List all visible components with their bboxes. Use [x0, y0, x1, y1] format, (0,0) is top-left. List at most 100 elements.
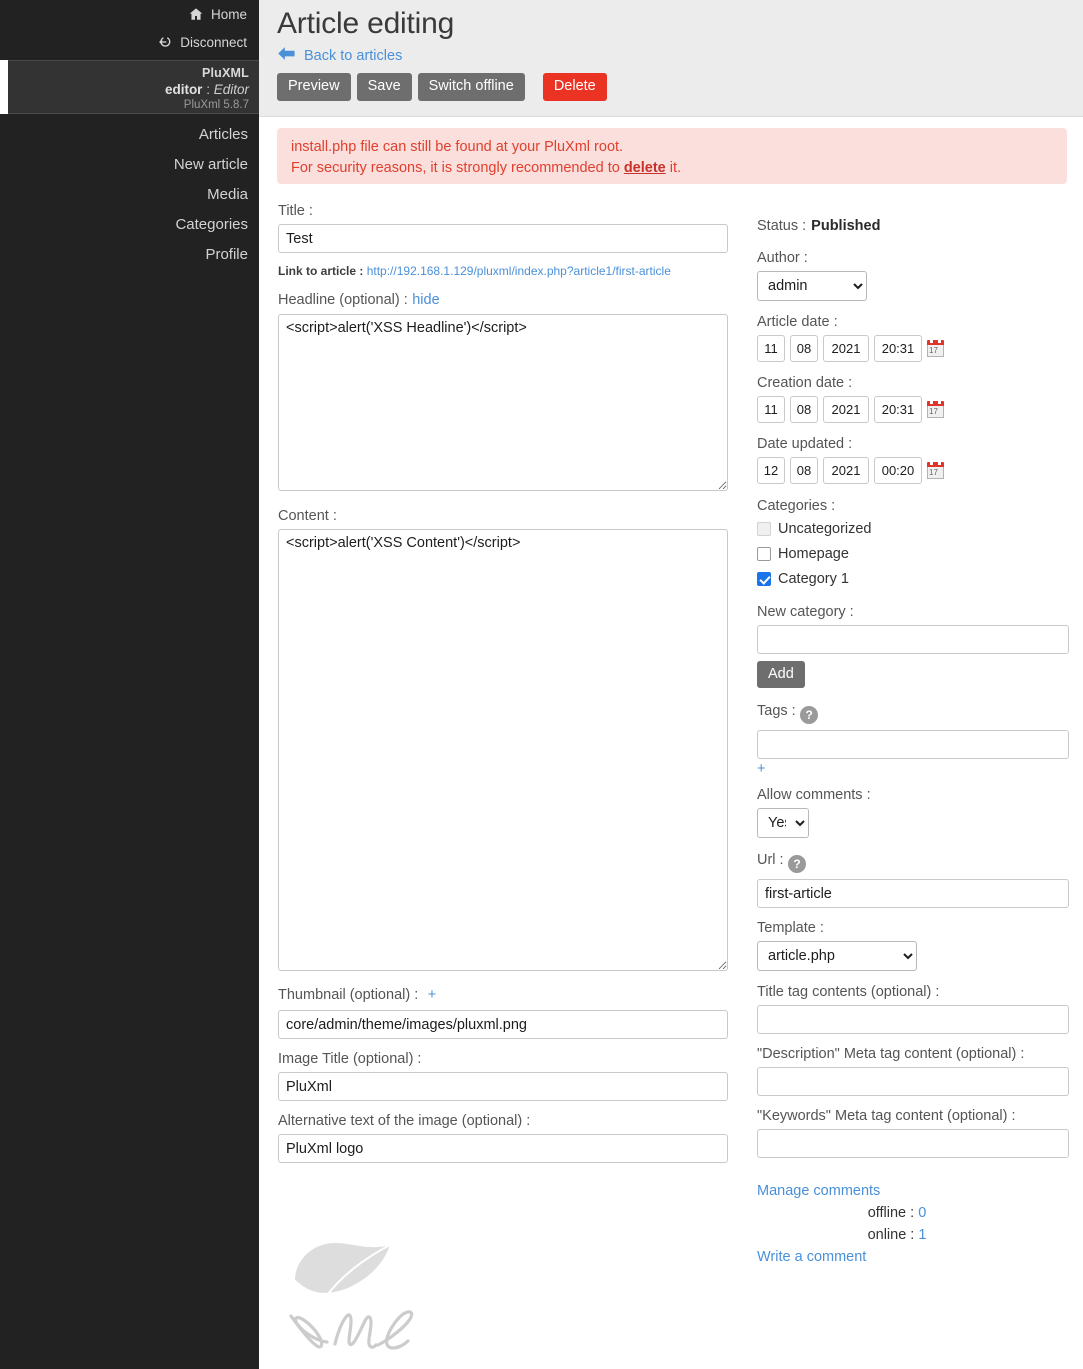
calendar-icon[interactable]: 17: [927, 462, 944, 479]
page-title: Article editing: [277, 4, 1083, 44]
article-date-month[interactable]: [790, 335, 818, 362]
back-row: Back to articles: [277, 46, 1083, 66]
sidebar-item-articles[interactable]: Articles: [0, 120, 259, 150]
sign-out-icon: [158, 35, 172, 49]
keywords-meta-input[interactable]: [757, 1129, 1069, 1158]
thumbnail-input[interactable]: [278, 1010, 728, 1039]
sidebar-item-media[interactable]: Media: [0, 180, 259, 210]
checkbox-category-1[interactable]: [757, 572, 771, 586]
title-input[interactable]: [278, 224, 728, 253]
article-date-time[interactable]: [874, 335, 922, 362]
updated-date-day[interactable]: [757, 457, 785, 484]
checkbox-uncategorized[interactable]: [757, 522, 771, 536]
title-tag-input[interactable]: [757, 1005, 1069, 1034]
new-category-label: New category :: [757, 604, 1069, 620]
updated-date-row: 17: [757, 457, 1069, 484]
sidebar-user-name: editor: [165, 82, 203, 97]
content-textarea[interactable]: <script>alert('XSS Content')</script>: [278, 529, 728, 971]
sidebar-item-categories[interactable]: Categories: [0, 210, 259, 240]
image-title-input[interactable]: [278, 1072, 728, 1101]
preview-button[interactable]: Preview: [277, 73, 351, 101]
sidebar-version: PluXml 5.8.7: [8, 98, 249, 113]
image-alt-label: Alternative text of the image (optional)…: [278, 1113, 728, 1129]
alert-line-2-suffix: it.: [666, 160, 681, 176]
template-select[interactable]: article.php: [757, 941, 917, 971]
sidebar-profile-block: PluXML editor : Editor PluXml 5.8.7: [8, 60, 259, 114]
security-alert: install.php file can still be found at y…: [277, 128, 1067, 184]
creation-date-month[interactable]: [790, 396, 818, 423]
url-label: Url :: [757, 852, 784, 868]
headline-label-row: Headline (optional) : hide: [278, 291, 728, 309]
article-date-day[interactable]: [757, 335, 785, 362]
switch-offline-button[interactable]: Switch offline: [418, 73, 525, 101]
sidebar-link-home[interactable]: Home: [12, 0, 247, 28]
creation-date-time[interactable]: [874, 396, 922, 423]
creation-date-day[interactable]: [757, 396, 785, 423]
creation-date-year[interactable]: [823, 396, 869, 423]
title-tag-label: Title tag contents (optional) :: [757, 984, 1069, 1000]
write-comment-link[interactable]: Write a comment: [757, 1249, 866, 1265]
description-meta-input[interactable]: [757, 1067, 1069, 1096]
updated-date-time[interactable]: [874, 457, 922, 484]
author-select[interactable]: admin: [757, 271, 867, 301]
description-meta-label: "Description" Meta tag content (optional…: [757, 1046, 1069, 1062]
sidebar-item-profile[interactable]: Profile: [0, 240, 259, 270]
online-count[interactable]: 1: [918, 1227, 926, 1243]
creation-date-label: Creation date :: [757, 375, 1069, 391]
delete-button[interactable]: Delete: [543, 73, 607, 101]
category-row-homepage[interactable]: Homepage: [757, 541, 1069, 566]
article-date-row: 17: [757, 335, 1069, 362]
sidebar-menu: Articles New article Media Categories Pr…: [0, 120, 259, 270]
updated-date-year[interactable]: [823, 457, 869, 484]
headline-label: Headline (optional) :: [278, 292, 408, 308]
sidebar-user-sep: :: [202, 82, 213, 97]
save-button[interactable]: Save: [357, 73, 412, 101]
alert-delete-link[interactable]: delete: [624, 160, 666, 176]
status-badge: Published: [811, 218, 880, 234]
question-mark-icon[interactable]: ?: [800, 706, 818, 724]
allow-comments-label: Allow comments :: [757, 787, 1069, 803]
category-row-uncategorized[interactable]: Uncategorized: [757, 516, 1069, 541]
categories-label: Categories :: [757, 498, 1069, 514]
headline-textarea[interactable]: <script>alert('XSS Headline')</script>: [278, 314, 728, 491]
image-alt-input[interactable]: [278, 1134, 728, 1163]
link-to-article-url[interactable]: http://192.168.1.129/pluxml/index.php?ar…: [367, 264, 671, 278]
article-main-column: Title : Link to article : http://192.168…: [278, 203, 728, 1163]
status-row: Status :Published: [757, 218, 1069, 234]
article-date-year[interactable]: [823, 335, 869, 362]
manage-comments-link[interactable]: Manage comments: [757, 1183, 880, 1199]
url-label-row: Url : ?: [757, 851, 1069, 873]
checkbox-homepage[interactable]: [757, 547, 771, 561]
calendar-icon[interactable]: 17: [927, 340, 944, 357]
sidebar-link-disconnect[interactable]: Disconnect: [12, 28, 247, 56]
thumbnail-label-row: Thumbnail (optional) : +: [278, 986, 728, 1004]
tags-input[interactable]: [757, 730, 1069, 759]
headline-hide-link[interactable]: hide: [412, 292, 439, 308]
tags-label-row: Tags : ?: [757, 702, 1069, 724]
add-category-button[interactable]: Add: [757, 661, 805, 688]
keywords-meta-label: "Keywords" Meta tag content (optional) :: [757, 1108, 1069, 1124]
sidebar: Home Disconnect PluXML editor : Editor P…: [0, 0, 259, 1369]
updated-date-month[interactable]: [790, 457, 818, 484]
alert-line-2-prefix: For security reasons, it is strongly rec…: [291, 160, 624, 176]
thumbnail-add-link[interactable]: +: [428, 987, 436, 1003]
category-row-category-1[interactable]: Category 1: [757, 566, 1069, 591]
back-to-articles-link[interactable]: Back to articles: [304, 48, 402, 64]
alert-line-1: install.php file can still be found at y…: [291, 137, 1053, 158]
sidebar-item-new-article[interactable]: New article: [0, 150, 259, 180]
image-title-label: Image Title (optional) :: [278, 1051, 728, 1067]
category-label-category-1: Category 1: [778, 571, 849, 587]
url-input[interactable]: [757, 879, 1069, 908]
sidebar-user-role: editor : Editor: [8, 81, 249, 98]
thumbnail-label: Thumbnail (optional) :: [278, 987, 418, 1003]
offline-count[interactable]: 0: [918, 1205, 926, 1221]
sidebar-user-role-label: Editor: [214, 82, 249, 97]
updated-date-label: Date updated :: [757, 436, 1069, 452]
tags-add-link[interactable]: +: [757, 761, 1069, 777]
question-mark-icon[interactable]: ?: [788, 855, 806, 873]
allow-comments-select[interactable]: Yes: [757, 808, 809, 838]
offline-label: offline :: [868, 1205, 915, 1221]
new-category-input[interactable]: [757, 625, 1069, 654]
sidebar-left-strip: [0, 60, 8, 114]
calendar-icon[interactable]: 17: [927, 401, 944, 418]
